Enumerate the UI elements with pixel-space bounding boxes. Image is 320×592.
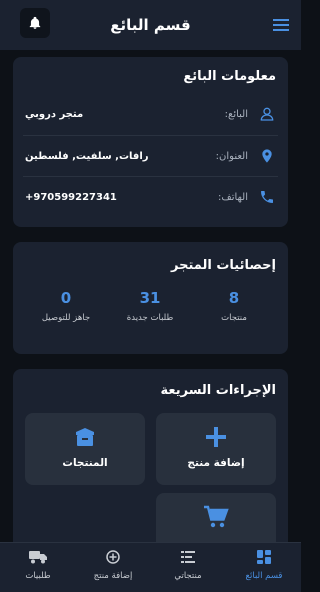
stat-ready-delivery-label: جاهز للتوصيل	[41, 313, 91, 323]
add-product-action[interactable]: إضافة منتج	[156, 413, 276, 485]
stat-ready-delivery: 0 جاهز للتوصيل	[31, 289, 101, 323]
page-title: قسم البائع	[110, 16, 191, 34]
seller-info-title: معلومات البائع	[183, 69, 276, 84]
nav-my-products-label: منتجاتي	[174, 571, 202, 581]
seller-phone-label: الهاتف:	[218, 191, 248, 203]
nav-add-product[interactable]: إضافة منتج	[78, 549, 148, 581]
location-icon	[258, 147, 276, 165]
stat-products: 8 منتجات	[199, 289, 269, 323]
stat-new-orders-label: طلبات جديدة	[126, 313, 174, 323]
seller-name-row: البائع: متجر دروبي	[13, 94, 288, 134]
plus-icon	[206, 427, 226, 447]
nav-orders-label: طلبيات	[25, 571, 51, 581]
stat-products-label: منتجات	[221, 313, 247, 323]
seller-phone-row: الهاتف: +970599227341	[13, 177, 288, 217]
notification-button[interactable]	[20, 8, 50, 38]
phone-icon[interactable]	[258, 188, 276, 206]
stat-new-orders-value: 31	[139, 289, 161, 307]
seller-address-label: العنوان:	[215, 150, 248, 162]
seller-address-row: العنوان: رافات, سلفيت, فلسطين	[13, 136, 288, 176]
nav-my-products[interactable]: منتجاتي	[153, 549, 223, 581]
add-product-label: إضافة منتج	[187, 457, 245, 469]
bottom-nav: قسم البائع منتجاتي إضافة منتج طلبيات	[0, 542, 301, 592]
seller-name-value: متجر دروبي	[25, 108, 84, 120]
orders-action[interactable]	[156, 493, 276, 544]
user-icon	[258, 105, 276, 123]
stat-new-orders: 31 طلبات جديدة	[115, 289, 185, 323]
nav-seller-dashboard[interactable]: قسم البائع	[229, 549, 299, 581]
quick-actions-title: الإجراءات السريعة	[160, 383, 277, 398]
products-action[interactable]: المنتجات	[25, 413, 145, 485]
seller-phone-value[interactable]: +970599227341	[25, 192, 117, 203]
nav-orders[interactable]: طلبيات	[3, 549, 73, 581]
cart-icon	[204, 505, 229, 528]
menu-button[interactable]	[271, 15, 291, 35]
list-icon	[181, 551, 195, 563]
truck-icon	[29, 551, 47, 564]
store-stats-title: إحصائيات المتجر	[171, 258, 276, 273]
add-circle-icon	[106, 550, 120, 564]
seller-address-value: رافات, سلفيت, فلسطين	[25, 150, 149, 162]
quick-actions-card: الإجراءات السريعة إضافة منتج المنتجات	[13, 369, 288, 544]
bell-icon	[29, 16, 41, 29]
app-header: قسم البائع	[0, 0, 301, 50]
nav-seller-dashboard-label: قسم البائع	[245, 571, 283, 581]
seller-info-card: معلومات البائع البائع: متجر دروبي العنوا…	[13, 57, 288, 227]
store-stats-card: إحصائيات المتجر 8 منتجات 31 طلبات جديدة …	[13, 242, 288, 354]
nav-add-product-label: إضافة منتج	[93, 571, 133, 581]
stat-ready-delivery-value: 0	[60, 289, 72, 307]
products-label: المنتجات	[62, 457, 108, 469]
seller-name-label: البائع:	[224, 108, 248, 120]
stat-products-value: 8	[228, 289, 240, 307]
dashboard-icon	[257, 550, 271, 564]
box-icon	[76, 428, 94, 446]
menu-icon	[273, 19, 289, 31]
